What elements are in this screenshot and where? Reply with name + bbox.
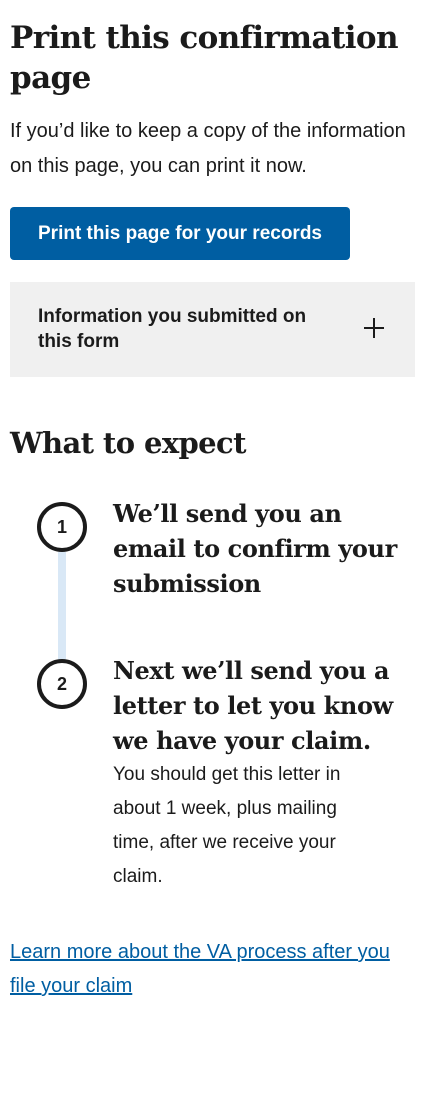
- step-body: You should get this letter in about 1 we…: [113, 764, 341, 887]
- process-steps: 1 We’ll send you an email to confirm you…: [10, 496, 418, 894]
- process-step: 2 Next we’ll send you a letter to let yo…: [10, 653, 418, 894]
- step-connector-line: [58, 552, 66, 662]
- what-to-expect-title: What to expect: [10, 426, 247, 460]
- accordion-title: Information you submitted on this form: [38, 306, 307, 352]
- step-number-badge: 2: [37, 659, 87, 709]
- step-number-badge: 1: [37, 502, 87, 552]
- confirmation-content: Print this confirmation page If you’d li…: [0, 18, 428, 1003]
- plus-icon[interactable]: [363, 317, 385, 339]
- step-heading: We’ll send you an email to confirm your …: [113, 499, 397, 598]
- print-section-intro: If you’d like to keep a copy of the info…: [10, 120, 406, 177]
- process-step: 1 We’ll send you an email to confirm you…: [10, 496, 418, 653]
- step-heading: Next we’ll send you a letter to let you …: [113, 656, 393, 755]
- learn-more-link[interactable]: Learn more about the VA process after yo…: [10, 935, 418, 1003]
- print-page-button[interactable]: Print this page for your records: [10, 207, 350, 260]
- print-section-title: Print this confirmation page: [10, 20, 398, 96]
- submitted-info-accordion[interactable]: Information you submitted on this form: [10, 282, 415, 377]
